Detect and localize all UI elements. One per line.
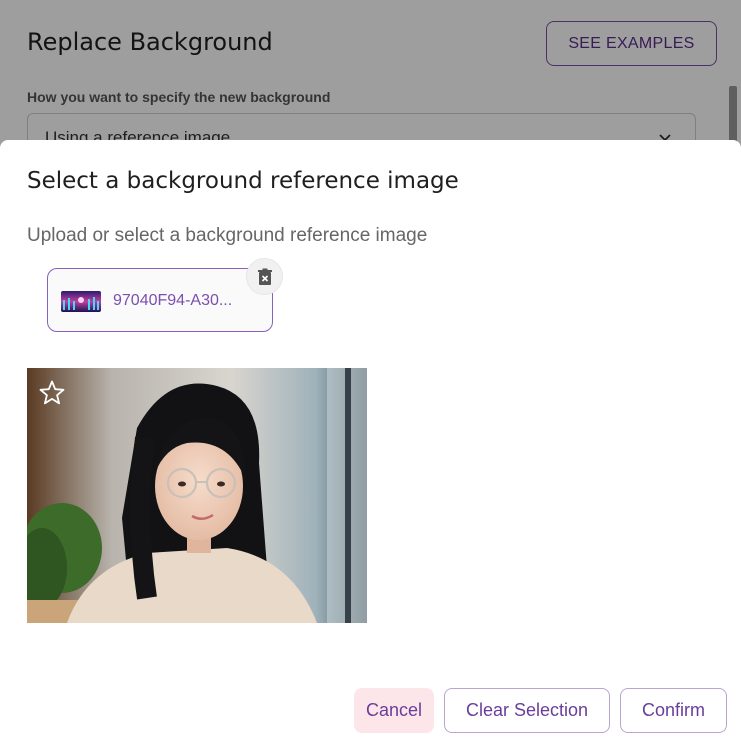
dialog-title: Select a background reference image bbox=[27, 168, 459, 194]
delete-file-button[interactable] bbox=[246, 258, 283, 295]
file-thumbnail bbox=[61, 291, 101, 312]
cancel-button[interactable]: Cancel bbox=[354, 688, 434, 733]
dialog-subtitle: Upload or select a background reference … bbox=[27, 225, 428, 246]
file-name: 97040F94-A30... bbox=[113, 292, 233, 309]
trash-icon bbox=[257, 268, 272, 285]
clear-selection-button[interactable]: Clear Selection bbox=[444, 688, 610, 733]
reference-image-dialog: Select a background reference image Uplo… bbox=[0, 140, 741, 749]
reference-image[interactable] bbox=[27, 368, 367, 623]
star-icon[interactable] bbox=[38, 379, 66, 407]
confirm-button[interactable]: Confirm bbox=[620, 688, 727, 733]
uploaded-file-chip[interactable]: 97040F94-A30... bbox=[47, 268, 273, 332]
